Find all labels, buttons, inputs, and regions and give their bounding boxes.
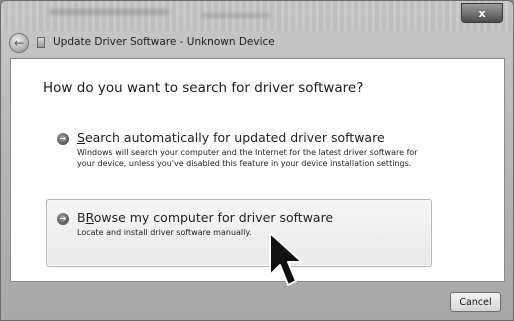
mouse-pointer-icon (269, 232, 303, 286)
option-title-rest: earch automatically for updated driver s… (84, 130, 385, 145)
option-title: Search automatically for updated driver … (77, 130, 385, 145)
dialog-content: How do you want to search for driver sof… (10, 58, 505, 282)
background-blur-text (49, 9, 169, 15)
search-automatically-option[interactable]: ➔ Search automatically for updated drive… (46, 126, 446, 184)
cancel-button[interactable]: Cancel (450, 292, 501, 312)
option-description: Locate and install driver software manua… (77, 228, 252, 237)
browse-computer-option[interactable]: ➔ BRowse my computer for driver software… (46, 199, 432, 267)
arrow-right-icon: ➔ (57, 213, 69, 225)
option-accelerator: R (85, 210, 94, 225)
device-icon (37, 37, 45, 48)
option-title-rest: owse my computer for driver software (93, 210, 334, 225)
window-title: Update Driver Software - Unknown Device (53, 36, 275, 48)
dialog-footer: Cancel (10, 282, 505, 314)
dialog-window: x ← Update Driver Software - Unknown Dev… (0, 0, 514, 321)
option-description: Windows will search your computer and th… (77, 148, 418, 168)
option-accelerator: S (77, 130, 85, 145)
option-title: BRowse my computer for driver software (77, 210, 333, 225)
page-title: How do you want to search for driver sof… (43, 80, 364, 96)
close-icon: x (478, 6, 486, 20)
arrow-right-icon: ➔ (57, 133, 69, 145)
background-blur-text (201, 13, 271, 18)
back-button[interactable]: ← (9, 33, 29, 53)
option-title-prefix: B (77, 210, 86, 225)
close-button[interactable]: x (461, 3, 503, 23)
back-arrow-icon: ← (13, 36, 25, 50)
